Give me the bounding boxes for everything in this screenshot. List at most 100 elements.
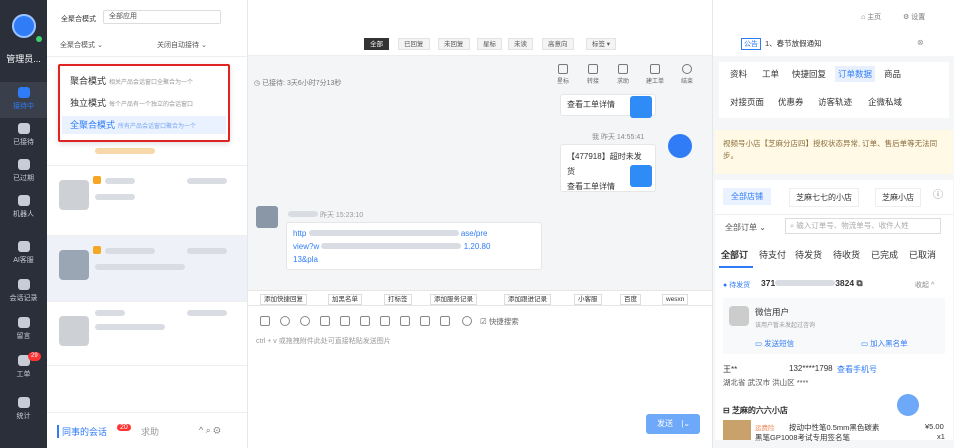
order-filter[interactable]: 全部订单 ⌄ [725,222,766,233]
order-tab-unpaid[interactable]: 待支付 [759,248,786,261]
file-icon[interactable] [400,316,410,326]
shop-all[interactable]: 全部店铺 [723,188,771,205]
tag-button[interactable]: 打标签 [384,294,412,305]
avatar [729,306,749,326]
link-bubble[interactable]: http ase/pre view?w 1.20.80 13&pla [286,222,542,270]
shop-77[interactable]: 芝麻七七的小店 [789,188,859,207]
show-phone-link[interactable]: 查看手机号 [837,364,877,375]
code-icon[interactable] [440,316,450,326]
filter-unread[interactable]: 未读 [508,38,533,50]
scissors-icon[interactable] [320,316,330,326]
order-tab-cancel[interactable]: 已取消 [909,248,936,261]
list-item[interactable] [47,302,247,366]
home-link[interactable]: ⌂ 主页 [861,12,881,22]
filter-star[interactable]: 星标 [477,38,502,50]
tab-ticket[interactable]: 工单 [759,66,782,82]
tab-profile[interactable]: 资料 [727,66,750,82]
blacklist-button[interactable]: 加黑名单 [328,294,362,305]
history-icon[interactable] [300,316,310,326]
product-image [723,420,751,440]
list-item[interactable] [47,236,247,302]
transfer-tool[interactable]: 转接 [580,64,606,85]
baidu-button[interactable]: 百度 [620,294,641,305]
notice-text[interactable]: 1、春节放假通知 [765,38,822,49]
list-item[interactable] [47,166,247,236]
video-icon[interactable] [340,316,350,326]
ticket-tool[interactable]: 建工单 [642,64,668,85]
blacklist-add-button[interactable]: ▭ 加入黑名单 [861,338,908,349]
ticket-card-icon-2[interactable] [630,165,652,187]
sms-button[interactable]: ▭ 发送短信 [755,338,794,349]
quick-reply-button[interactable]: 添加快捷回复 [260,294,307,305]
ticket-badge: 29 [28,352,41,361]
nav-stats[interactable]: 统计 [0,392,47,428]
user-time: 昨天 15:23:10 [288,210,363,220]
order-tab-shipped[interactable]: 待收货 [833,248,860,261]
tab-dock[interactable]: 对接页面 [727,94,767,110]
settings-link[interactable]: ⚙ 设置 [903,12,925,22]
collapse-button[interactable]: 收起 ^ [915,280,934,290]
nav-ai[interactable]: AI客服 [0,236,47,272]
help-tool[interactable]: 求助 [610,64,636,85]
tab-orders[interactable]: 订单数据 [835,66,876,82]
end-tool[interactable]: 结束 [674,64,700,85]
home-float-button[interactable] [897,394,919,416]
list-tools[interactable]: ^ ⌕ ⚙ [199,425,221,436]
order-tab-toship[interactable]: 待发货 [795,248,822,261]
wesxn-button[interactable]: wesxn [662,294,689,305]
notice-close-icon[interactable]: ⊗ [917,38,924,47]
follow-record-button[interactable]: 添加跟进记录 [504,294,551,305]
tab-quick-reply[interactable]: 快捷回复 [789,66,829,82]
shop-zm[interactable]: 芝麻小店 [875,188,921,207]
nav-receiving[interactable]: 接待中 [0,82,47,118]
option-full-aggregate[interactable]: 全聚合模式 所有产品会话窗口聚合为一个 [62,116,226,134]
nav-message[interactable]: 留言 [0,312,47,348]
mic-icon[interactable] [462,316,472,326]
image-icon[interactable] [260,316,270,326]
order-tab-all[interactable]: 全部订 [721,248,748,261]
upload-icon[interactable] [360,316,370,326]
order-search[interactable]: ⌕ 输入订单号、物流单号、收件人姓 [785,218,941,234]
records-icon [17,279,30,290]
warning-box: 视频号小店【芝麻分店四】授权状态异常, 订单、售后单等无法同步。 [715,130,953,174]
tab-help[interactable]: 求助 [141,425,159,438]
nav-ticket[interactable]: 工单 29 [0,350,47,386]
star-tool[interactable]: 星标 [550,64,576,85]
screenshot-icon[interactable] [380,316,390,326]
tab-track[interactable]: 访客轨迹 [815,94,855,110]
tab-products[interactable]: 商品 [881,66,904,82]
order-tab-done[interactable]: 已完成 [871,248,898,261]
filter-unreplied[interactable]: 未回复 [438,38,470,50]
shop-name: ⊟ 芝麻的六六小店 [723,406,788,415]
app-select[interactable]: 全部应用 [103,10,221,24]
nav-robot[interactable]: 机器人 [0,190,47,226]
send-button[interactable]: 发送 |⌄ [646,414,700,434]
quick-search-checkbox[interactable]: ☑ 快捷搜索 [480,316,519,327]
filter-intent[interactable]: 高意向 [542,38,574,50]
nav-records[interactable]: 会话记录 [0,274,47,310]
nav-received[interactable]: 已接待 [0,118,47,154]
card-icon[interactable] [420,316,430,326]
tab-coupon[interactable]: 优惠券 [775,94,807,110]
input-placeholder: ctrl + v 或拖拽附件此处可直接粘贴发送图片 [256,338,391,345]
nav-expired[interactable]: 已过期 [0,154,47,190]
input-area[interactable]: ☑ 快捷搜索 ctrl + v 或拖拽附件此处可直接粘贴发送图片 发送 |⌄ [248,306,712,448]
recipient-address: 湖北省 武汉市 洪山区 **** [723,378,809,387]
user-name[interactable]: 管理员... [0,52,47,65]
tab-wecom[interactable]: 企微私域 [865,94,905,110]
service-record-button[interactable]: 添加服务记录 [430,294,477,305]
filter-all[interactable]: 全部 [364,38,389,50]
filter-tag[interactable]: 标签 ▾ [586,38,617,50]
mode-select[interactable]: 全聚合模式 ⌄ [60,40,103,50]
auto-receive-select[interactable]: 关闭自动接待 ⌄ [157,40,207,50]
status-badge: ● 待发货 [723,282,751,289]
ticket-card-icon[interactable] [630,96,652,118]
mode-dropdown: 聚合模式 相关产品会话窗口全聚合为一个 独立模式 每个产品有一个独立的会话窗口 全聚… [58,64,230,142]
info-icon[interactable]: ⓘ [933,186,943,201]
mini-cs-button[interactable]: 小客服 [574,294,602,305]
option-aggregate[interactable]: 聚合模式 相关产品会话窗口全聚合为一个 [70,75,193,89]
option-independent[interactable]: 独立模式 每个产品有一个独立的会话窗口 [70,97,193,111]
tab-colleague[interactable]: 同事的会话 [57,425,107,438]
emoji-icon[interactable] [280,316,290,326]
filter-replied[interactable]: 已回复 [398,38,430,50]
